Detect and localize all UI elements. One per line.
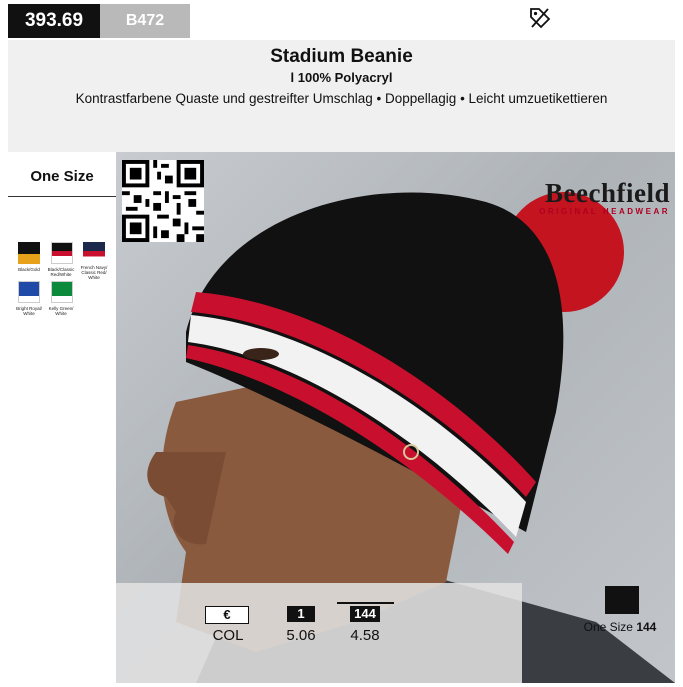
size-divider (8, 196, 116, 197)
qty2-price: 4.58 (350, 627, 380, 644)
carton-icon (605, 586, 639, 614)
size-label: One Size (30, 168, 94, 185)
page-number: 393.69 (8, 4, 100, 38)
product-material: l 100% Polyacryl (290, 70, 393, 85)
currency-label: € (205, 606, 249, 624)
color-swatch (83, 242, 105, 264)
qty2-label: 144 (350, 606, 380, 622)
qty1-price: 5.06 (286, 627, 316, 644)
product-description: Kontrastfarbene Quaste und gestreifter U… (75, 91, 608, 106)
color-swatch (18, 242, 40, 264)
qty2-bar (337, 602, 394, 604)
carton-quantity: 144 (636, 620, 657, 634)
qty1-label: 1 (287, 606, 315, 622)
qr-code (122, 160, 204, 242)
top-bar: 393.69 B472 (0, 0, 683, 40)
brand-tagline: ORIGINAL HEADWEAR (539, 207, 670, 216)
color-swatch (18, 281, 40, 303)
left-column (8, 152, 116, 683)
brand-logo: Beechfield ORIGINAL HEADWEAR (514, 178, 670, 217)
no-print-tag-icon (530, 8, 551, 29)
color-swatch-label: Black/Gold (18, 267, 40, 272)
color-swatch (51, 281, 73, 303)
color-swatch-label: Black/Classic Red/White (47, 267, 75, 277)
brand-name: Beechfield (545, 178, 670, 208)
carton-size-label: One Size (583, 620, 633, 634)
color-swatch (51, 242, 73, 264)
col-label: COL (212, 627, 244, 644)
color-swatch-label: French Navy/ Classic Red/ White (80, 265, 108, 280)
product-title: Stadium Beanie (270, 46, 413, 67)
carton-size: One Size 144 (570, 620, 670, 634)
product-code: B472 (100, 4, 190, 38)
color-swatch-label: Kelly Green/ White (48, 306, 74, 316)
color-swatch-label: Bright Royal/ White (16, 306, 42, 316)
product-header: Stadium Beanie l 100% Polyacryl Kontrast… (8, 40, 675, 152)
